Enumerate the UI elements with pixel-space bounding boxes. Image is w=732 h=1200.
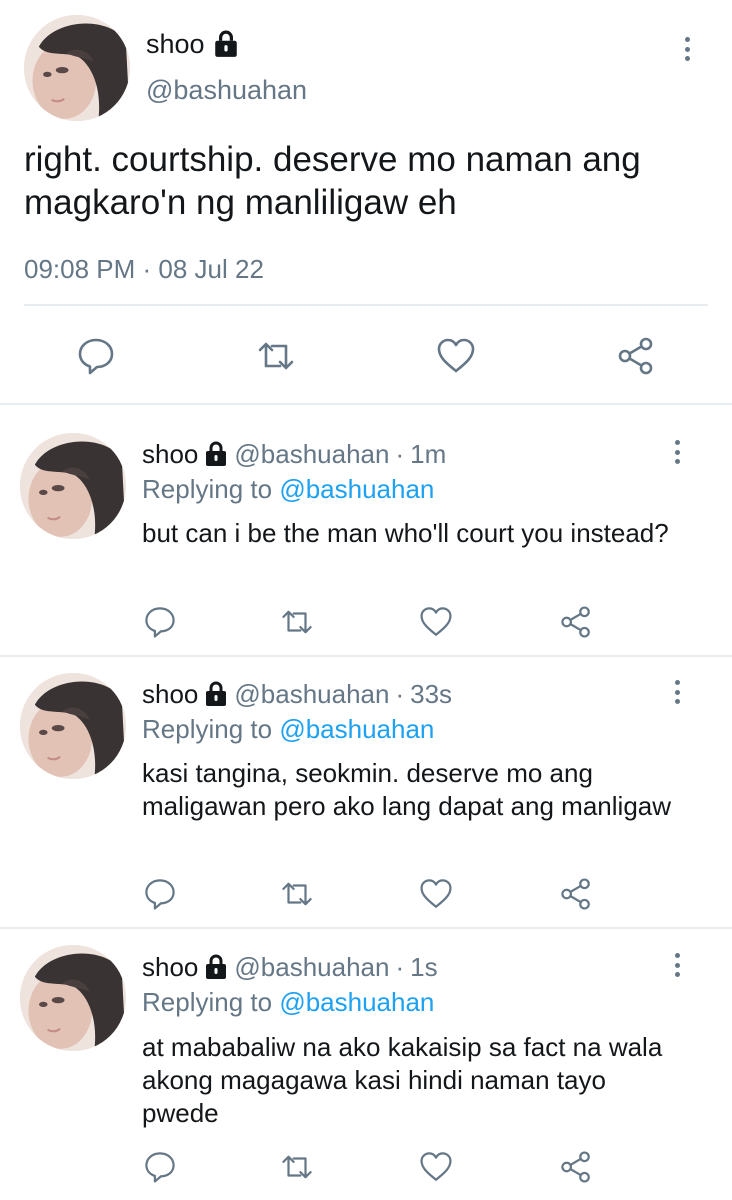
separator: · (395, 952, 405, 982)
reply-header: shoo @bashuahan · 1m (142, 438, 446, 470)
dot (674, 953, 680, 958)
author-handle[interactable]: @bashuahan (146, 73, 307, 107)
more-options-button[interactable] (670, 677, 684, 707)
share-button[interactable] (616, 336, 656, 376)
avatar[interactable] (24, 15, 130, 121)
replying-to-link[interactable]: @bashuahan (279, 714, 434, 744)
dot (684, 46, 690, 52)
replying-prefix: Replying to (142, 987, 273, 1017)
more-options-button[interactable] (670, 437, 684, 467)
like-button[interactable] (436, 336, 476, 376)
dot (674, 972, 680, 977)
reply-button[interactable] (143, 1150, 177, 1184)
lock-icon (204, 441, 228, 467)
share-button[interactable] (559, 1150, 593, 1184)
reply-tweet: shoo @bashuahan · 33s Replying to @bashu… (0, 659, 732, 929)
author-name-row: shoo (146, 27, 239, 61)
dot (684, 56, 690, 61)
lock-icon (204, 681, 228, 707)
more-options-button[interactable] (680, 34, 694, 64)
separator: · (395, 439, 405, 469)
divider (24, 304, 708, 306)
lock-icon (204, 954, 228, 980)
dot (674, 680, 680, 685)
replying-to-link[interactable]: @bashuahan (279, 987, 434, 1017)
main-tweet: shoo @bashuahan right. courtship. deserv… (0, 0, 732, 405)
share-button[interactable] (559, 605, 593, 639)
reply-text: at mababaliw na ako kakaisip sa fact na … (142, 1032, 663, 1128)
avatar[interactable] (20, 673, 126, 779)
dot (684, 37, 690, 42)
replying-to-link[interactable]: @bashuahan (279, 474, 434, 504)
reply-text: kasi tangina, seokmin. deserve mo ang ma… (142, 758, 672, 821)
author-handle[interactable]: @bashuahan (234, 678, 389, 710)
reply-tweet: shoo @bashuahan · 1m Replying to @bashua… (0, 407, 732, 657)
tweet-timestamp[interactable]: 09:08 PM · 08 Jul 22 (24, 253, 264, 285)
replying-prefix: Replying to (142, 714, 273, 744)
reply-time[interactable]: 1m (410, 438, 446, 470)
replying-to: Replying to @bashuahan (142, 986, 434, 1018)
author-handle[interactable]: @bashuahan (234, 438, 389, 470)
replying-to: Replying to @bashuahan (142, 713, 434, 745)
author-handle[interactable]: @bashuahan (234, 951, 389, 983)
retweet-button[interactable] (256, 336, 296, 376)
reply-button[interactable] (76, 336, 116, 376)
like-button[interactable] (419, 1150, 453, 1184)
reply-time[interactable]: 33s (410, 678, 452, 710)
replying-to: Replying to @bashuahan (142, 473, 434, 505)
reply-tweet: shoo @bashuahan · 1s Replying to @bashua… (0, 931, 732, 1200)
replying-prefix: Replying to (142, 474, 273, 504)
reply-time[interactable]: 1s (410, 951, 437, 983)
author-name[interactable]: shoo (142, 951, 198, 983)
reply-button[interactable] (143, 877, 177, 911)
share-button[interactable] (559, 877, 593, 911)
avatar[interactable] (20, 945, 126, 1051)
more-options-button[interactable] (670, 950, 684, 980)
dot (674, 459, 680, 464)
dot (674, 449, 680, 455)
reply-header: shoo @bashuahan · 1s (142, 951, 438, 983)
separator: · (395, 679, 405, 709)
avatar[interactable] (20, 433, 126, 539)
dot (674, 689, 680, 695)
dot (674, 699, 680, 704)
author-name[interactable]: shoo (142, 438, 198, 470)
dot (674, 962, 680, 968)
tweet-text: right. courtship. deserve mo naman ang m… (24, 140, 641, 222)
reply-button[interactable] (143, 605, 177, 639)
like-button[interactable] (419, 605, 453, 639)
retweet-button[interactable] (280, 877, 314, 911)
author-name[interactable]: shoo (146, 27, 205, 61)
author-name[interactable]: shoo (142, 678, 198, 710)
reply-header: shoo @bashuahan · 33s (142, 678, 452, 710)
retweet-button[interactable] (280, 605, 314, 639)
dot (674, 440, 680, 445)
retweet-button[interactable] (280, 1150, 314, 1184)
like-button[interactable] (419, 877, 453, 911)
lock-icon (213, 30, 239, 58)
reply-text: but can i be the man who'll court you in… (142, 518, 669, 548)
